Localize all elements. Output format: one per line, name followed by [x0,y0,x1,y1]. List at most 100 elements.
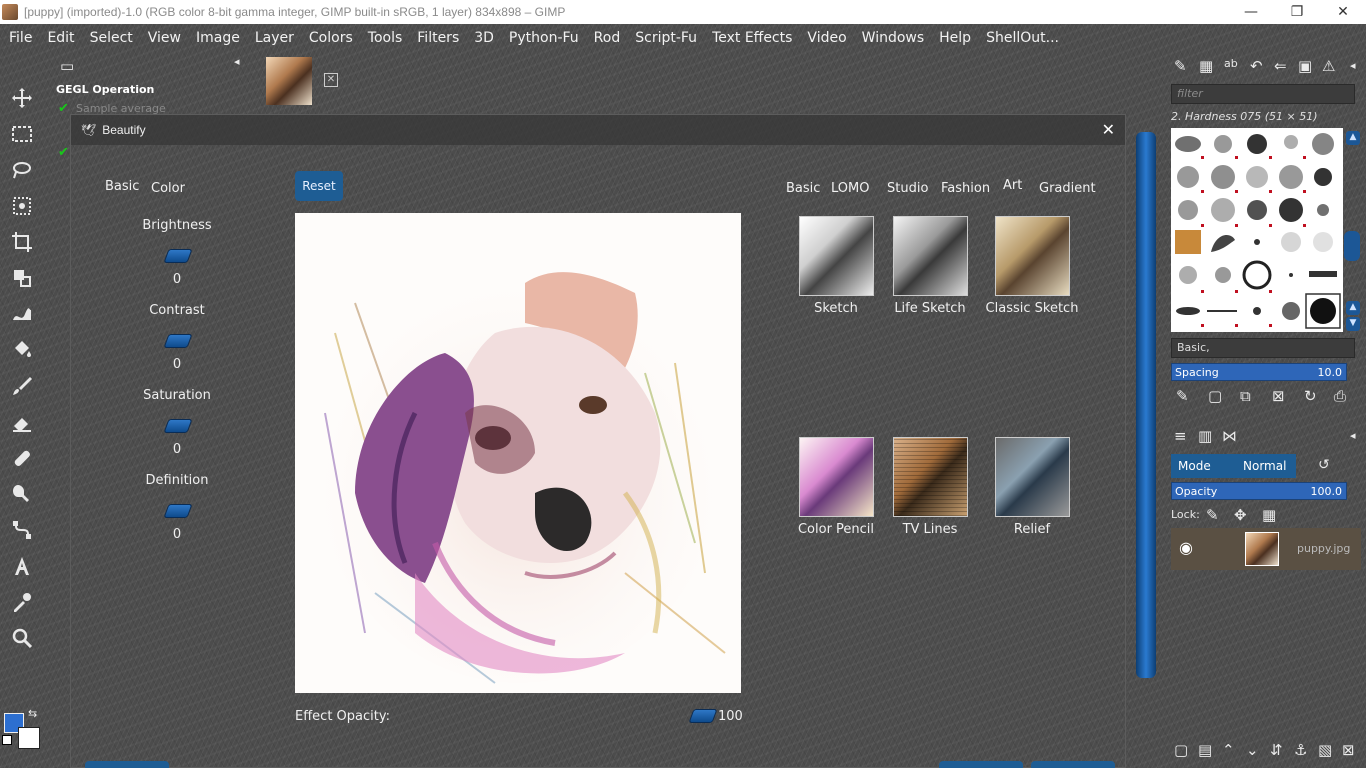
layer-row-puppy[interactable]: ◉ puppy.jpg [1171,528,1361,570]
effect-relief-label[interactable]: Relief [977,522,1087,537]
menu-colors[interactable]: Colors [309,30,353,46]
default-colors-icon[interactable] [2,735,12,745]
fuzzy-select-tool-icon[interactable] [6,191,38,221]
new-brush-icon[interactable]: ▢ [1208,387,1222,405]
lock-alpha-icon[interactable]: ▦ [1262,506,1276,524]
move-tool-icon[interactable] [6,83,38,113]
saturation-spinner[interactable] [163,419,193,433]
close-dialog-button[interactable]: ✕ [1102,120,1115,139]
effect-opacity-spinner[interactable] [688,709,718,723]
effect-tv-lines-thumbnail[interactable] [893,437,968,517]
smudge-tool-icon[interactable] [6,479,38,509]
dialog-cancel-button[interactable] [1031,761,1115,768]
rect-select-tool-icon[interactable] [6,119,38,149]
definition-spinner[interactable] [163,504,193,518]
lock-position-icon[interactable]: ✥ [1234,506,1247,524]
pattern-tab-icon[interactable]: ▦ [1199,57,1213,75]
checkmark-icon[interactable]: ✔ [58,145,69,160]
paths-tab-icon[interactable]: ⋈ [1222,427,1237,445]
document-history-tab-icon[interactable]: ⇐ [1274,57,1287,75]
reset-mode-icon[interactable]: ↺ [1318,457,1330,473]
font-tab-icon[interactable]: ab [1224,57,1238,70]
tab-basic[interactable]: Basic [105,179,139,194]
undo-history-tab-icon[interactable]: ↶ [1250,57,1263,75]
scroll-up-arrow-icon[interactable]: ▲ [1346,301,1360,315]
dock-menu-icon[interactable]: ◂ [234,55,240,68]
dialog-ok-button[interactable] [939,761,1023,768]
effect-tab-gradient[interactable]: Gradient [1039,181,1096,196]
brush-grid[interactable] [1171,128,1343,332]
brush-tab-icon[interactable]: ✎ [1174,57,1187,75]
warning-tab-icon[interactable]: ⚠ [1322,57,1335,75]
bucket-fill-tool-icon[interactable] [6,335,38,365]
effect-tab-lomo[interactable]: LOMO [831,181,869,196]
menu-file[interactable]: File [9,30,32,46]
new-layer-icon[interactable]: ▢ [1174,741,1188,759]
menu-rod[interactable]: Rod [594,30,621,46]
effect-sketch-thumbnail[interactable] [799,216,874,296]
brush-spacing-slider[interactable]: Spacing 10.0 [1171,363,1347,381]
mask-layer-icon[interactable]: ▧ [1318,741,1332,759]
effect-tab-basic[interactable]: Basic [786,181,820,196]
effect-tab-studio[interactable]: Studio [887,181,928,196]
dialog-left-button[interactable] [85,761,169,768]
color-picker-tool-icon[interactable] [6,587,38,617]
channels-tab-icon[interactable]: ▥ [1198,427,1212,445]
crop-tool-icon[interactable] [6,227,38,257]
brush-filter-input[interactable]: filter [1171,84,1355,104]
layers-tab-icon[interactable]: ≡ [1174,427,1187,445]
images-tab-icon[interactable]: ▣ [1298,57,1312,75]
menu-image[interactable]: Image [196,30,240,46]
refresh-brushes-icon[interactable]: ↻ [1304,387,1317,405]
text-tool-icon[interactable] [6,551,38,581]
layer-opacity-slider[interactable]: Opacity 100.0 [1171,482,1347,500]
new-layer-group-icon[interactable]: ▤ [1198,741,1212,759]
layer-mode-selector[interactable]: Mode Normal [1171,454,1296,478]
brightness-spinner[interactable] [163,249,193,263]
heal-tool-icon[interactable] [6,443,38,473]
effect-tv-lines-label[interactable]: TV Lines [875,522,985,537]
lower-layer-icon[interactable]: ⌄ [1246,741,1259,759]
image-tab-thumbnail[interactable] [266,57,312,105]
dock-menu-icon[interactable]: ◂ [1350,429,1356,442]
close-window-button[interactable]: ✕ [1320,4,1366,20]
duplicate-layer-icon[interactable]: ⇵ [1270,741,1283,759]
menu-3d[interactable]: 3D [474,30,494,46]
menu-help[interactable]: Help [939,30,971,46]
menu-edit[interactable]: Edit [47,30,74,46]
scroll-down-arrow-icon[interactable]: ▼ [1346,317,1360,331]
warp-tool-icon[interactable] [6,299,38,329]
effect-classic-sketch-label[interactable]: Classic Sketch [977,301,1087,316]
checkmark-icon[interactable]: ✔ [58,101,69,116]
effect-relief-thumbnail[interactable] [995,437,1070,517]
canvas-vertical-scrollbar[interactable] [1136,132,1156,678]
effect-color-pencil-thumbnail[interactable] [799,437,874,517]
lock-pixels-icon[interactable]: ✎ [1206,506,1219,524]
brush-tag-selector[interactable]: Basic, [1171,338,1355,358]
menu-windows[interactable]: Windows [862,30,925,46]
menu-filters[interactable]: Filters [417,30,459,46]
minimize-button[interactable]: — [1228,4,1274,20]
raise-layer-icon[interactable]: ⌃ [1222,741,1235,759]
delete-layer-icon[interactable]: ⊠ [1342,741,1355,759]
contrast-spinner[interactable] [163,334,193,348]
menu-tools[interactable]: Tools [368,30,403,46]
menu-view[interactable]: View [148,30,181,46]
reset-button[interactable]: Reset [295,171,343,201]
duplicate-brush-icon[interactable]: ⧉ [1240,387,1251,405]
effect-life-sketch-thumbnail[interactable] [893,216,968,296]
menu-python-fu[interactable]: Python-Fu [509,30,579,46]
brush-as-image-icon[interactable]: ⎙ [1334,387,1346,405]
tab-color[interactable]: Color [151,181,185,196]
menu-layer[interactable]: Layer [255,30,294,46]
delete-brush-icon[interactable]: ⊠ [1272,387,1285,405]
anchor-layer-icon[interactable]: ⚓ [1294,741,1307,759]
close-image-tab-icon[interactable]: ✕ [324,73,338,87]
scroll-up-arrow-icon[interactable]: ▲ [1346,131,1360,145]
zoom-tool-icon[interactable] [6,623,38,653]
swap-colors-icon[interactable]: ⇆ [28,707,37,720]
menu-select[interactable]: Select [90,30,133,46]
lasso-tool-icon[interactable] [6,155,38,185]
transform-tool-icon[interactable] [6,263,38,293]
effect-tab-art[interactable]: Art [1003,178,1022,193]
